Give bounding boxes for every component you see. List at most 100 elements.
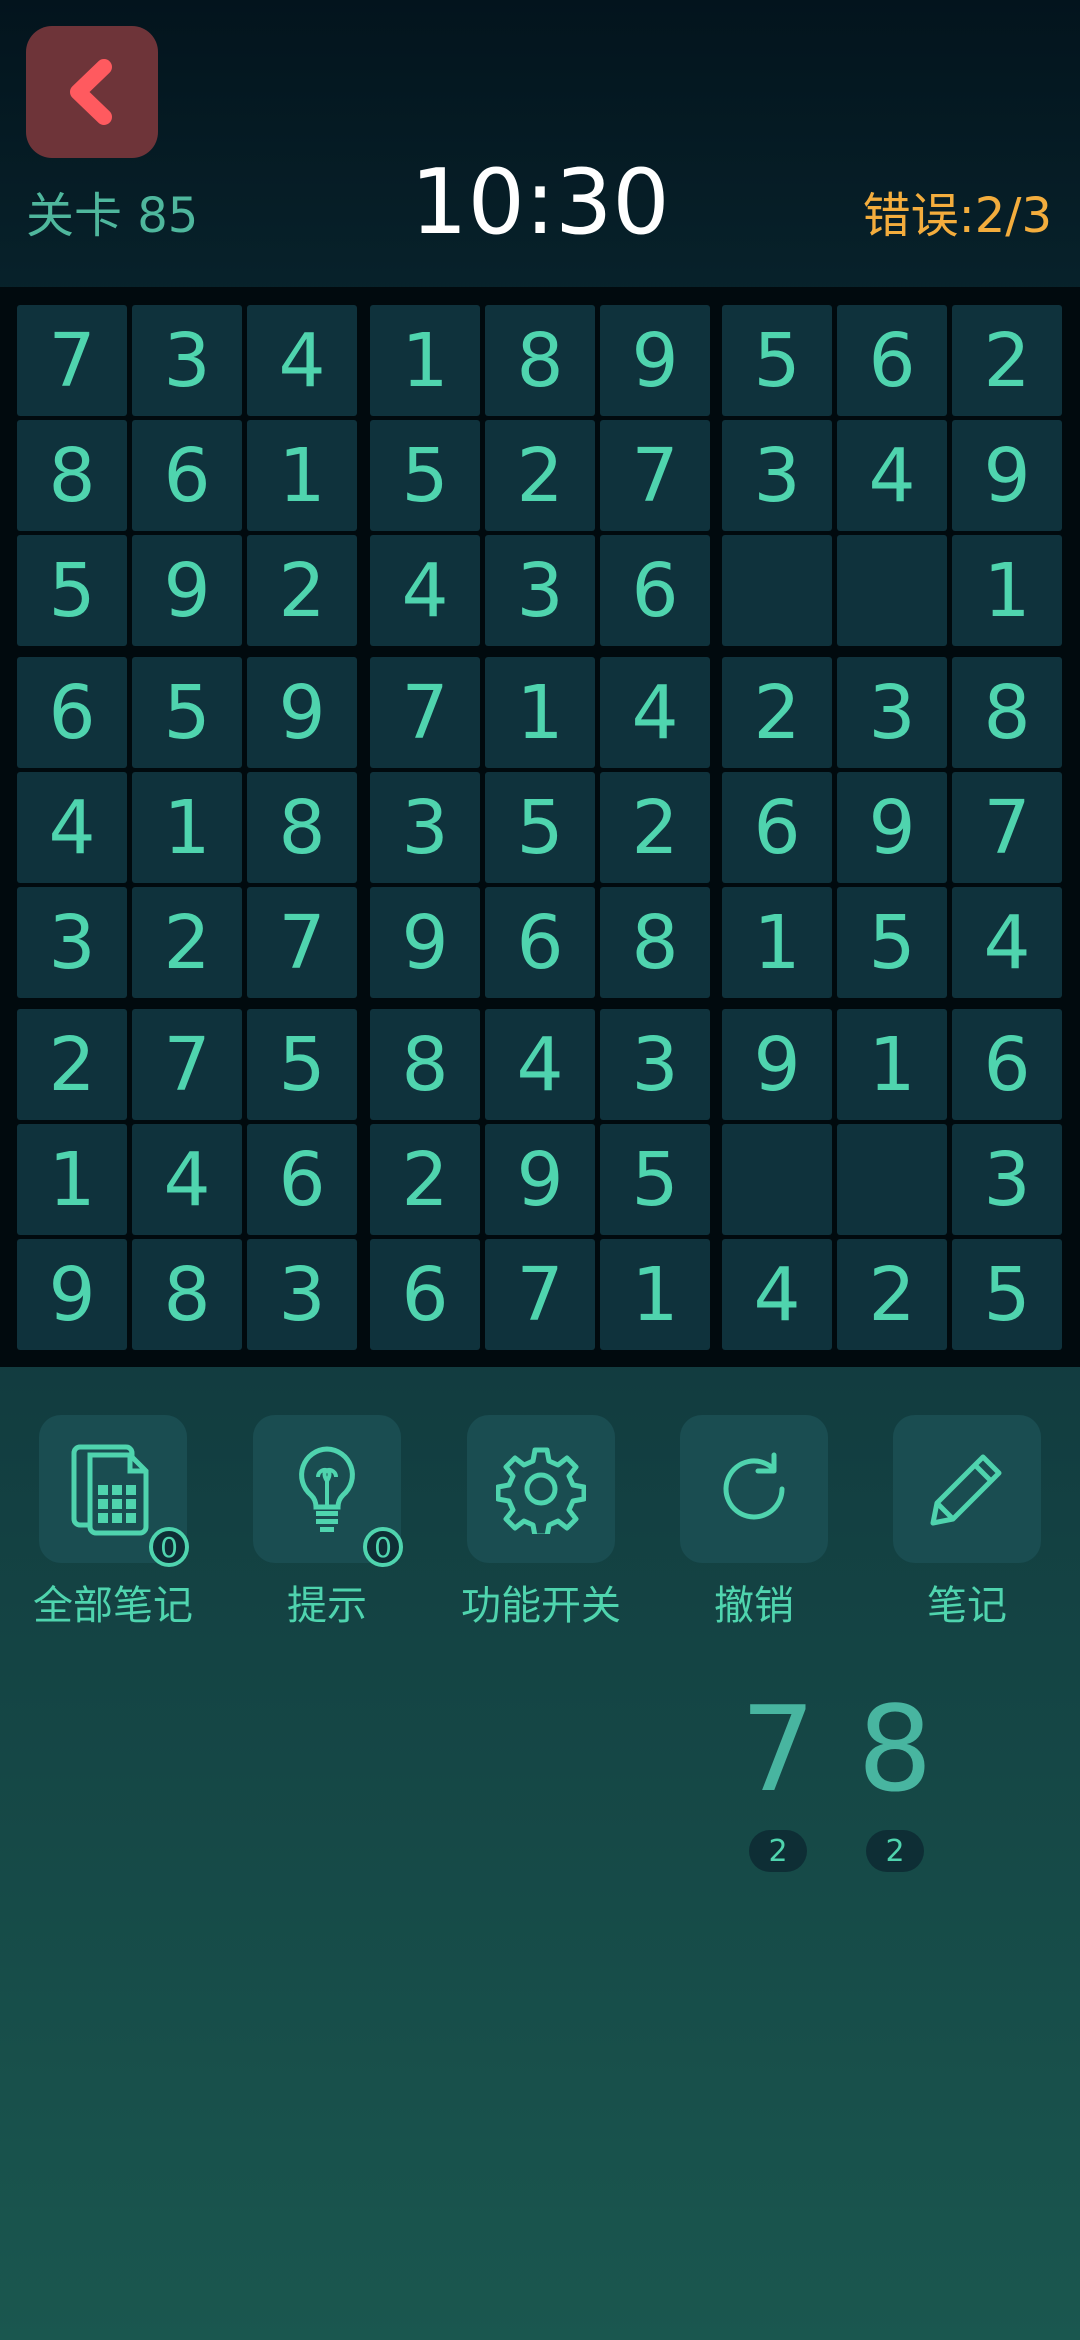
sudoku-cell[interactable]: 8 bbox=[17, 420, 127, 531]
sudoku-cell[interactable]: 8 bbox=[370, 1009, 480, 1120]
sudoku-cell[interactable]: 5 bbox=[837, 887, 947, 998]
sudoku-cell[interactable]: 6 bbox=[600, 535, 710, 646]
sudoku-cell[interactable]: 4 bbox=[17, 772, 127, 883]
sudoku-cell[interactable]: 8 bbox=[247, 772, 357, 883]
sudoku-cell[interactable]: 5 bbox=[132, 657, 242, 768]
sudoku-cell[interactable]: 1 bbox=[722, 887, 832, 998]
sudoku-cell[interactable]: 7 bbox=[485, 1239, 595, 1350]
sudoku-cell[interactable]: 6 bbox=[370, 1239, 480, 1350]
sudoku-cell[interactable]: 1 bbox=[837, 1009, 947, 1120]
pencil-button[interactable]: 笔记 bbox=[860, 1415, 1074, 1631]
sudoku-cell[interactable]: 3 bbox=[952, 1124, 1062, 1235]
sudoku-cell[interactable]: 4 bbox=[132, 1124, 242, 1235]
sudoku-cell[interactable]: 9 bbox=[17, 1239, 127, 1350]
sudoku-cell[interactable]: 9 bbox=[132, 535, 242, 646]
back-button[interactable] bbox=[26, 26, 158, 158]
sudoku-cell[interactable]: 1 bbox=[600, 1239, 710, 1350]
sudoku-cell[interactable]: 3 bbox=[485, 535, 595, 646]
sudoku-cell[interactable]: 4 bbox=[485, 1009, 595, 1120]
sudoku-cell[interactable]: 7 bbox=[600, 420, 710, 531]
sudoku-cell[interactable]: 6 bbox=[17, 657, 127, 768]
sudoku-cell[interactable] bbox=[722, 1124, 832, 1235]
sudoku-cell[interactable]: 7 bbox=[132, 1009, 242, 1120]
sudoku-cell[interactable]: 2 bbox=[837, 1239, 947, 1350]
sudoku-cell[interactable]: 3 bbox=[600, 1009, 710, 1120]
sudoku-cell[interactable]: 2 bbox=[952, 305, 1062, 416]
sudoku-cell[interactable]: 1 bbox=[370, 305, 480, 416]
sudoku-cell[interactable]: 9 bbox=[722, 1009, 832, 1120]
sudoku-cell[interactable]: 9 bbox=[370, 887, 480, 998]
sudoku-cell[interactable]: 2 bbox=[247, 535, 357, 646]
sudoku-cell[interactable]: 5 bbox=[722, 305, 832, 416]
numpad-key-7[interactable]: 7 2 bbox=[740, 1690, 816, 1872]
sudoku-cell[interactable]: 4 bbox=[837, 420, 947, 531]
pencil-label: 笔记 bbox=[927, 1583, 1007, 1629]
sudoku-cell[interactable]: 6 bbox=[952, 1009, 1062, 1120]
sudoku-cell[interactable]: 9 bbox=[247, 657, 357, 768]
sudoku-cell[interactable]: 9 bbox=[837, 772, 947, 883]
sudoku-cell[interactable]: 5 bbox=[370, 420, 480, 531]
settings-box[interactable] bbox=[467, 1415, 615, 1563]
sudoku-cell[interactable]: 7 bbox=[247, 887, 357, 998]
sudoku-cell[interactable]: 6 bbox=[837, 305, 947, 416]
sudoku-cell[interactable]: 2 bbox=[132, 887, 242, 998]
sudoku-cell[interactable]: 1 bbox=[952, 535, 1062, 646]
action-toolbar: 0 全部笔记 0 提示 功能开关 撤销 笔记 bbox=[0, 1415, 1080, 1629]
sudoku-cell[interactable] bbox=[837, 1124, 947, 1235]
sudoku-cell[interactable]: 8 bbox=[485, 305, 595, 416]
all-notes-box[interactable]: 0 bbox=[39, 1415, 189, 1567]
sudoku-cell[interactable] bbox=[837, 535, 947, 646]
settings-button[interactable]: 功能开关 bbox=[434, 1415, 648, 1631]
sudoku-cell[interactable]: 4 bbox=[952, 887, 1062, 998]
sudoku-cell[interactable]: 6 bbox=[485, 887, 595, 998]
pencil-box[interactable] bbox=[893, 1415, 1041, 1563]
settings-label: 功能开关 bbox=[461, 1583, 621, 1629]
sudoku-cell[interactable]: 2 bbox=[17, 1009, 127, 1120]
sudoku-cell[interactable]: 5 bbox=[17, 535, 127, 646]
sudoku-cell[interactable]: 7 bbox=[952, 772, 1062, 883]
sudoku-cell[interactable]: 9 bbox=[485, 1124, 595, 1235]
sudoku-cell[interactable]: 6 bbox=[132, 420, 242, 531]
sudoku-cell[interactable]: 3 bbox=[247, 1239, 357, 1350]
sudoku-cell[interactable]: 7 bbox=[17, 305, 127, 416]
sudoku-cell[interactable]: 3 bbox=[722, 420, 832, 531]
sudoku-cell[interactable]: 1 bbox=[17, 1124, 127, 1235]
sudoku-cell[interactable]: 3 bbox=[370, 772, 480, 883]
notes-badge: 0 bbox=[149, 1527, 189, 1567]
sudoku-cell[interactable]: 1 bbox=[247, 420, 357, 531]
hint-button[interactable]: 0 提示 bbox=[220, 1415, 434, 1631]
sudoku-cell[interactable]: 8 bbox=[952, 657, 1062, 768]
sudoku-cell[interactable]: 2 bbox=[370, 1124, 480, 1235]
sudoku-cell[interactable] bbox=[722, 535, 832, 646]
sudoku-cell[interactable]: 4 bbox=[247, 305, 357, 416]
all-notes-button[interactable]: 0 全部笔记 bbox=[6, 1415, 220, 1631]
numpad-key-8[interactable]: 8 2 bbox=[857, 1690, 933, 1872]
sudoku-cell[interactable]: 5 bbox=[600, 1124, 710, 1235]
sudoku-cell[interactable]: 9 bbox=[952, 420, 1062, 531]
undo-button[interactable]: 撤销 bbox=[647, 1415, 861, 1631]
lightbulb-icon bbox=[299, 1446, 355, 1532]
numpad-count: 2 bbox=[866, 1830, 924, 1872]
sudoku-cell[interactable]: 5 bbox=[952, 1239, 1062, 1350]
sudoku-cell[interactable]: 1 bbox=[132, 772, 242, 883]
sudoku-cell[interactable]: 7 bbox=[370, 657, 480, 768]
sudoku-cell[interactable]: 6 bbox=[722, 772, 832, 883]
sudoku-cell[interactable]: 5 bbox=[485, 772, 595, 883]
sudoku-cell[interactable]: 2 bbox=[485, 420, 595, 531]
sudoku-cell[interactable]: 4 bbox=[600, 657, 710, 768]
sudoku-cell[interactable]: 3 bbox=[837, 657, 947, 768]
sudoku-cell[interactable]: 6 bbox=[247, 1124, 357, 1235]
sudoku-cell[interactable]: 8 bbox=[600, 887, 710, 998]
sudoku-cell[interactable]: 5 bbox=[247, 1009, 357, 1120]
sudoku-cell[interactable]: 1 bbox=[485, 657, 595, 768]
sudoku-cell[interactable]: 2 bbox=[600, 772, 710, 883]
sudoku-cell[interactable]: 3 bbox=[132, 305, 242, 416]
sudoku-cell[interactable]: 4 bbox=[370, 535, 480, 646]
sudoku-cell[interactable]: 2 bbox=[722, 657, 832, 768]
sudoku-cell[interactable]: 8 bbox=[132, 1239, 242, 1350]
sudoku-cell[interactable]: 4 bbox=[722, 1239, 832, 1350]
sudoku-cell[interactable]: 9 bbox=[600, 305, 710, 416]
hint-box[interactable]: 0 bbox=[253, 1415, 403, 1567]
undo-box[interactable] bbox=[680, 1415, 828, 1563]
sudoku-cell[interactable]: 3 bbox=[17, 887, 127, 998]
